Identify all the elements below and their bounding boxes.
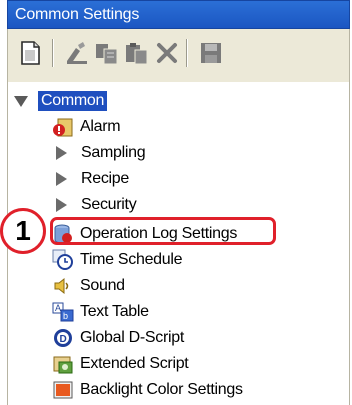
tree-item-label: Backlight Color Settings: [80, 381, 243, 398]
svg-text:D: D: [60, 334, 67, 345]
tree-item-text-table[interactable]: A b Text Table: [52, 299, 149, 325]
tree-item-label: Global D-Script: [80, 329, 184, 346]
tree-item-label: Alarm: [80, 118, 121, 135]
expand-arrow-icon[interactable]: [14, 95, 28, 107]
tree-root-label: Common: [38, 91, 108, 111]
tree-item-sound[interactable]: Sound: [52, 273, 125, 299]
highlight-box: [50, 217, 276, 245]
collapsed-arrow-icon[interactable]: [56, 172, 67, 186]
sound-icon: [52, 275, 74, 297]
tree-item-label: Recipe: [81, 170, 130, 187]
tree-item-security[interactable]: Security: [52, 192, 137, 218]
tree-item-extended-script[interactable]: Extended Script: [52, 351, 189, 377]
tree-item-sampling[interactable]: Sampling: [52, 140, 146, 166]
copy-icon[interactable]: [94, 40, 120, 66]
paste-icon[interactable]: [124, 40, 150, 66]
toolbar: [7, 29, 350, 82]
toolbar-separator: [52, 39, 54, 67]
d-script-icon: D: [52, 327, 74, 349]
delete-icon[interactable]: [154, 40, 180, 66]
tree-item-backlight-color-settings[interactable]: Backlight Color Settings: [52, 377, 243, 403]
tree-item-label: Text Table: [80, 303, 149, 320]
edit-icon[interactable]: [64, 40, 90, 66]
tree-item-label: Time Schedule: [80, 251, 183, 268]
tree-root-common[interactable]: Common: [14, 88, 108, 114]
svg-text:A: A: [55, 303, 61, 313]
backlight-icon: [52, 379, 74, 401]
tree-item-recipe[interactable]: Recipe: [52, 166, 129, 192]
svg-text:b: b: [63, 311, 68, 321]
collapsed-arrow-icon[interactable]: [56, 198, 67, 212]
tree-item-alarm[interactable]: Alarm: [52, 114, 121, 140]
time-schedule-icon: [52, 249, 74, 271]
tree-item-global-d-script[interactable]: D Global D-Script: [52, 325, 184, 351]
new-icon[interactable]: [18, 40, 44, 66]
save-icon[interactable]: [198, 40, 224, 66]
text-table-icon: A b: [52, 301, 74, 323]
callout-number-badge: 1: [0, 208, 46, 254]
extended-script-icon: [52, 353, 74, 375]
tree-item-label: Sound: [80, 277, 125, 294]
tree-item-label: Security: [81, 196, 137, 213]
tree-item-time-schedule[interactable]: Time Schedule: [52, 247, 183, 273]
tree-item-label: Sampling: [81, 144, 146, 161]
panel-title: Common Settings: [7, 0, 350, 29]
collapsed-arrow-icon[interactable]: [56, 146, 67, 160]
tree-item-label: Extended Script: [80, 355, 189, 372]
common-settings-panel: Common Settings Common Alarm Sampling Re…: [7, 0, 350, 405]
alarm-icon: [52, 116, 74, 138]
toolbar-separator: [186, 39, 188, 67]
